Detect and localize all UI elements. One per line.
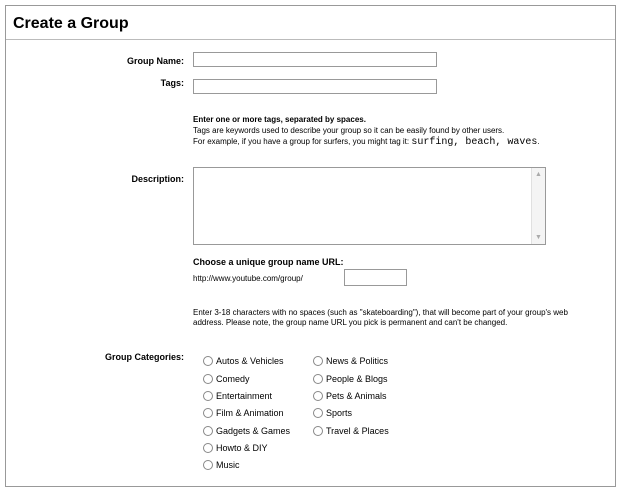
group-name-label: Group Name: (126, 56, 184, 66)
category-label: Sports (326, 408, 353, 418)
description-textarea[interactable]: ▲ ▼ (193, 167, 546, 245)
group-url-input[interactable] (344, 269, 407, 286)
category-option[interactable]: Pets & Animals (313, 391, 387, 401)
category-label: Film & Animation (216, 408, 284, 418)
radio-icon[interactable] (203, 374, 213, 384)
category-label: News & Politics (326, 356, 389, 366)
group-name-input[interactable] (193, 52, 437, 67)
scroll-up-icon[interactable]: ▲ (534, 170, 543, 179)
radio-icon[interactable] (313, 391, 323, 401)
category-option[interactable]: Travel & Places (313, 426, 389, 436)
category-option[interactable]: Howto & DIY (203, 443, 268, 453)
category-option[interactable]: Comedy (203, 374, 250, 384)
tags-example: surfing, beach, waves (411, 137, 538, 148)
tags-help-line1: Tags are keywords used to describe your … (193, 126, 505, 135)
page-title: Create a Group (13, 15, 129, 32)
description-scrollbar[interactable]: ▲ ▼ (531, 168, 545, 244)
title-divider (6, 39, 615, 40)
url-help: Enter 3-18 characters with no spaces (su… (193, 308, 568, 327)
scroll-down-icon[interactable]: ▼ (534, 233, 543, 242)
tags-help-line2: For example, if you have a group for sur… (193, 137, 573, 148)
tags-help-heading: Enter one or more tags, separated by spa… (193, 115, 366, 124)
category-label: Gadgets & Games (216, 426, 291, 436)
radio-icon[interactable] (203, 443, 213, 453)
description-label: Description: (131, 174, 184, 184)
url-heading: Choose a unique group name URL: (193, 257, 344, 267)
category-label: People & Blogs (326, 374, 388, 384)
radio-icon[interactable] (203, 356, 213, 366)
category-label: Comedy (216, 374, 250, 384)
tags-label: Tags: (160, 78, 184, 88)
tags-help-period: . (537, 137, 540, 146)
category-label: Music (216, 460, 240, 470)
category-label: Howto & DIY (216, 443, 268, 453)
radio-icon[interactable] (203, 426, 213, 436)
category-option[interactable]: Autos & Vehicles (203, 356, 284, 366)
category-label: Entertainment (216, 391, 273, 401)
radio-icon[interactable] (313, 356, 323, 366)
radio-icon[interactable] (313, 408, 323, 418)
radio-icon[interactable] (313, 426, 323, 436)
radio-icon[interactable] (203, 391, 213, 401)
category-label: Travel & Places (326, 426, 389, 436)
radio-icon[interactable] (313, 374, 323, 384)
category-option[interactable]: People & Blogs (313, 374, 388, 384)
radio-icon[interactable] (203, 460, 213, 470)
category-option[interactable]: News & Politics (313, 356, 388, 366)
category-option[interactable]: Gadgets & Games (203, 426, 290, 436)
category-option[interactable]: Film & Animation (203, 408, 284, 418)
category-label: Pets & Animals (326, 391, 387, 401)
categories-label: Group Categories: (104, 352, 184, 362)
radio-icon[interactable] (203, 408, 213, 418)
category-label: Autos & Vehicles (216, 356, 284, 366)
category-option[interactable]: Entertainment (203, 391, 272, 401)
category-option[interactable]: Sports (313, 408, 352, 418)
url-prefix: http://www.youtube.com/group/ (193, 274, 303, 283)
category-option[interactable]: Music (203, 460, 240, 470)
tags-input[interactable] (193, 79, 437, 94)
tags-help-example-intro: For example, if you have a group for sur… (193, 137, 410, 146)
